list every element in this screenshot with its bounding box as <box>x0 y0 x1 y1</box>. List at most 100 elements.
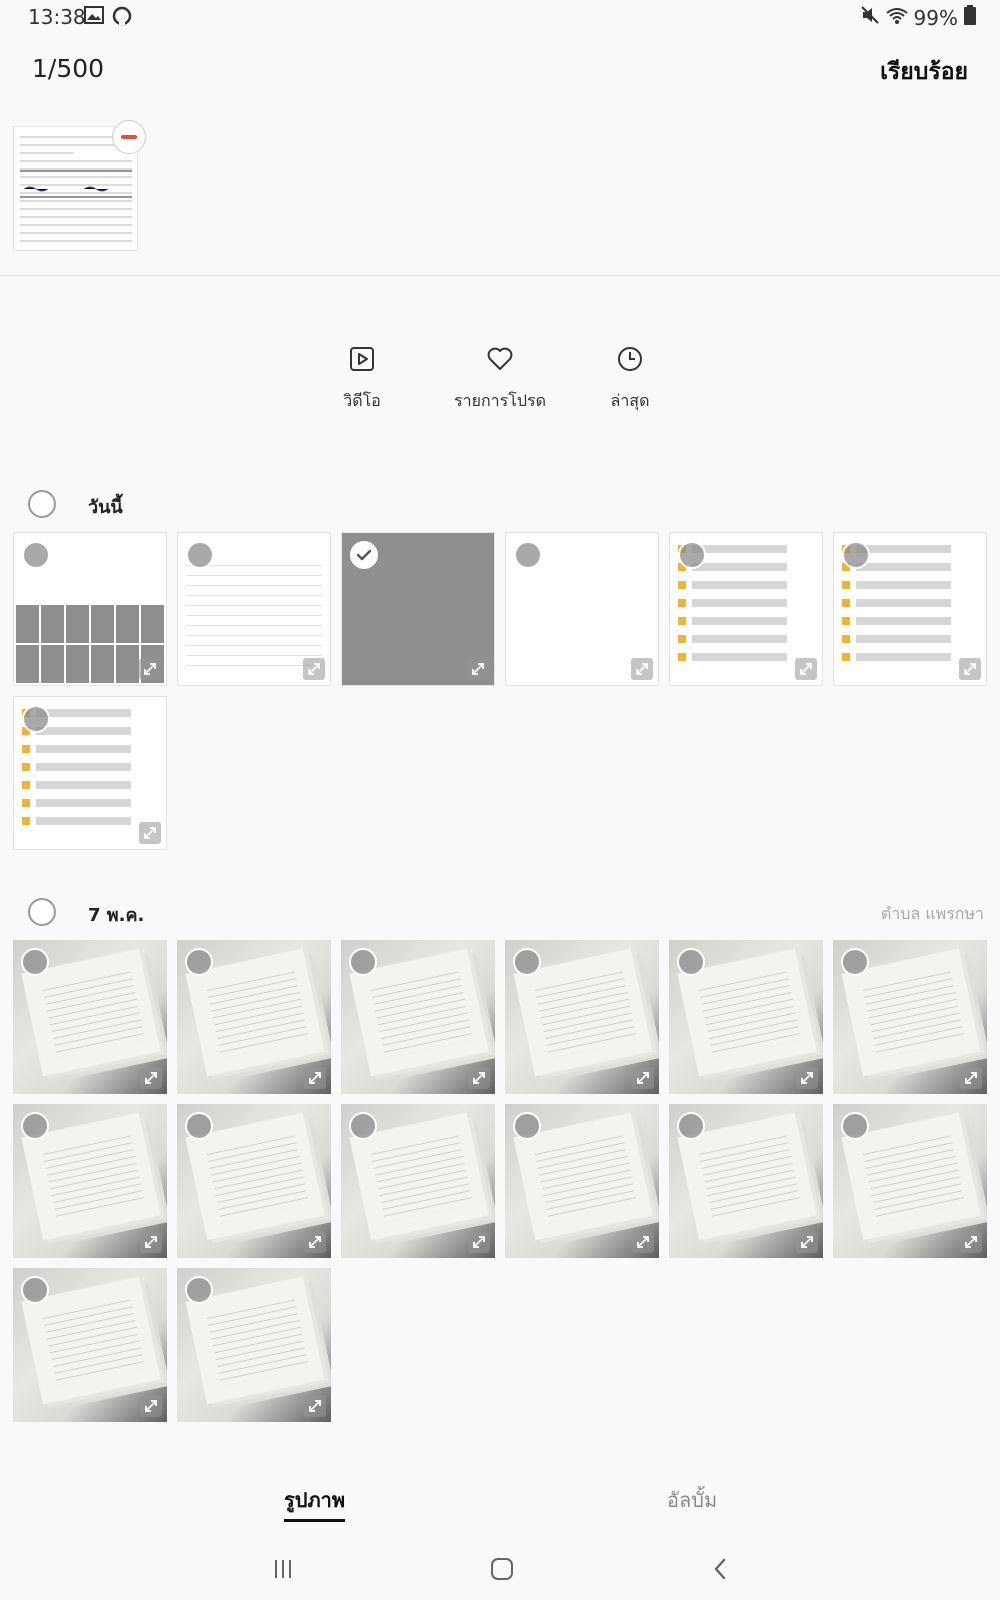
list-row <box>842 599 978 607</box>
expand-icon[interactable] <box>959 658 981 680</box>
remove-selected-button[interactable] <box>112 120 146 154</box>
thumbnail-cell <box>116 605 139 643</box>
photo-thumbnail[interactable] <box>13 1104 167 1258</box>
select-checkbox[interactable] <box>513 1112 541 1140</box>
thumbnail-cell <box>41 605 64 643</box>
photo-thumbnail[interactable] <box>13 1268 167 1422</box>
screenshot-thumbnail[interactable] <box>13 696 167 850</box>
photo-thumbnail[interactable] <box>833 940 987 1094</box>
photo-thumbnail[interactable] <box>505 940 659 1094</box>
checked-icon[interactable] <box>350 541 378 569</box>
thumbnail-cell <box>66 645 89 683</box>
list-row <box>22 781 158 789</box>
photo-thumbnail[interactable] <box>505 1104 659 1258</box>
shortcut-recent[interactable]: ล่าสุด <box>560 345 700 414</box>
heart-icon <box>430 345 570 379</box>
expand-icon[interactable] <box>796 1231 818 1253</box>
select-checkbox[interactable] <box>841 948 869 976</box>
select-checkbox[interactable] <box>841 1112 869 1140</box>
select-checkbox[interactable] <box>185 1276 213 1304</box>
status-bar: 13:38 99% <box>0 0 1000 34</box>
expand-icon[interactable] <box>140 1067 162 1089</box>
select-checkbox[interactable] <box>186 541 214 569</box>
photo-thumbnail[interactable] <box>669 940 823 1094</box>
screenshot-thumbnail[interactable] <box>505 532 659 686</box>
list-row <box>22 763 158 771</box>
photo-content <box>42 1135 146 1223</box>
photo-thumbnail[interactable] <box>669 1104 823 1258</box>
list-row <box>22 745 158 753</box>
select-checkbox[interactable] <box>513 948 541 976</box>
expand-icon[interactable] <box>139 822 161 844</box>
expand-icon[interactable] <box>960 1231 982 1253</box>
back-icon[interactable] <box>700 1554 740 1584</box>
select-checkbox[interactable] <box>185 1112 213 1140</box>
select-checkbox[interactable] <box>842 541 870 569</box>
screenshot-thumbnail[interactable] <box>669 532 823 686</box>
screenshot-thumbnail[interactable] <box>341 532 495 686</box>
done-button[interactable]: เรียบร้อย <box>880 54 968 90</box>
select-checkbox[interactable] <box>514 541 542 569</box>
photo-thumbnail[interactable] <box>833 1104 987 1258</box>
shortcut-favorites[interactable]: รายการโปรด <box>430 345 570 414</box>
thumbnail-cell <box>41 645 64 683</box>
select-checkbox[interactable] <box>21 948 49 976</box>
select-checkbox[interactable] <box>22 705 50 733</box>
wifi-icon <box>885 6 908 30</box>
screenshot-thumbnail[interactable] <box>13 532 167 686</box>
expand-icon[interactable] <box>304 1231 326 1253</box>
select-checkbox[interactable] <box>678 541 706 569</box>
list-row <box>842 653 978 661</box>
section-title: 7 พ.ค. <box>88 905 145 926</box>
minus-icon <box>121 135 137 139</box>
select-checkbox[interactable] <box>677 948 705 976</box>
select-checkbox[interactable] <box>349 948 377 976</box>
expand-icon[interactable] <box>140 1395 162 1417</box>
expand-icon[interactable] <box>468 1231 490 1253</box>
expand-icon[interactable] <box>796 1067 818 1089</box>
screenshot-thumbnail[interactable] <box>833 532 987 686</box>
photo-thumbnail[interactable] <box>177 1104 331 1258</box>
list-row <box>842 635 978 643</box>
expand-icon[interactable] <box>468 1067 490 1089</box>
photo-content <box>206 1135 310 1223</box>
expand-icon[interactable] <box>467 658 489 680</box>
photo-thumbnail[interactable] <box>177 940 331 1094</box>
tab-albums[interactable]: อัลบั้ม <box>667 1484 717 1516</box>
list-row <box>678 617 814 625</box>
photo-content <box>42 971 146 1059</box>
expand-icon[interactable] <box>303 658 325 680</box>
expand-icon[interactable] <box>960 1067 982 1089</box>
bottom-tabs: รูปภาพ อัลบั้ม <box>0 1470 1000 1530</box>
photo-thumbnail[interactable] <box>13 940 167 1094</box>
gallery-icon <box>84 6 104 30</box>
photo-thumbnail[interactable] <box>341 1104 495 1258</box>
section-header-today: วันนี้ <box>0 486 1000 526</box>
photo-thumbnail[interactable] <box>177 1268 331 1422</box>
photo-thumbnail[interactable] <box>341 940 495 1094</box>
select-all-checkbox[interactable] <box>28 490 56 518</box>
expand-icon[interactable] <box>631 658 653 680</box>
photo-content <box>206 1299 310 1387</box>
select-checkbox[interactable] <box>349 1112 377 1140</box>
expand-icon[interactable] <box>632 1067 654 1089</box>
expand-icon[interactable] <box>632 1231 654 1253</box>
expand-icon[interactable] <box>139 658 161 680</box>
expand-icon[interactable] <box>140 1231 162 1253</box>
recent-apps-icon[interactable] <box>263 1554 303 1584</box>
screenshot-thumbnail[interactable] <box>177 532 331 686</box>
tab-pictures[interactable]: รูปภาพ <box>284 1484 346 1522</box>
select-checkbox[interactable] <box>21 1276 49 1304</box>
select-checkbox[interactable] <box>21 1112 49 1140</box>
select-checkbox[interactable] <box>185 948 213 976</box>
section-location: ตำบล แพรกษา <box>880 904 984 923</box>
thumbnail-cell <box>141 605 164 643</box>
select-all-checkbox[interactable] <box>28 898 56 926</box>
select-checkbox[interactable] <box>677 1112 705 1140</box>
expand-icon[interactable] <box>304 1395 326 1417</box>
home-icon[interactable] <box>482 1554 522 1584</box>
shortcut-videos[interactable]: วิดีโอ <box>292 345 432 414</box>
select-checkbox[interactable] <box>22 541 50 569</box>
expand-icon[interactable] <box>795 658 817 680</box>
expand-icon[interactable] <box>304 1067 326 1089</box>
